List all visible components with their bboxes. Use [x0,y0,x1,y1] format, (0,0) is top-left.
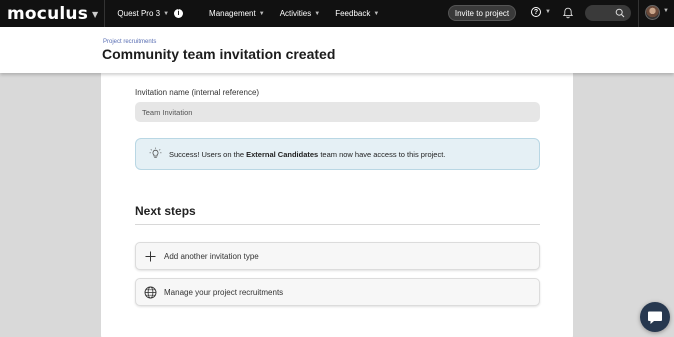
page-title: Community team invitation created [102,46,336,62]
step-label: Add another invitation type [164,252,259,261]
help-menu[interactable]: ? ▼ [531,7,551,17]
chevron-down-icon: ▼ [92,10,99,19]
add-invitation-type-button[interactable]: Add another invitation type [135,242,540,270]
success-message-suffix: team now have access to this project. [318,150,446,159]
team-name: External Candidates [246,150,319,159]
nav-item-feedback[interactable]: Feedback ▼ [335,9,379,18]
nav-item-activities[interactable]: Activities ▼ [280,9,321,18]
search-icon [615,8,625,18]
project-name: Quest Pro 3 [117,9,161,18]
top-navigation: moculus ▼ Quest Pro 3 ▼ i Management ▼ A… [0,0,674,27]
chevron-down-icon: ▼ [258,10,265,17]
chevron-down-icon: ▼ [373,10,380,17]
main-card: Invitation name (internal reference) Tea… [101,73,573,337]
next-steps-title: Next steps [135,204,196,218]
nav-item-management[interactable]: Management ▼ [209,9,265,18]
chevron-down-icon: ▼ [545,9,551,15]
chevron-down-icon[interactable]: ▼ [663,8,669,14]
project-selector[interactable]: Quest Pro 3 ▼ i [117,9,184,18]
success-message: Success! Users on the External Candidate… [169,150,445,159]
divider [638,0,639,27]
invite-to-project-button[interactable]: Invite to project [448,5,516,21]
app-logo[interactable]: moculus ▼ [7,4,98,24]
logo-text: moculus [7,3,89,24]
help-icon: ? [531,7,541,17]
chevron-down-icon: ▼ [163,10,170,17]
nav-item-label: Management [209,9,256,18]
plus-icon [145,251,156,262]
invitation-name-field[interactable]: Team Invitation [135,102,540,122]
search-input[interactable] [585,5,631,21]
info-icon[interactable]: i [174,9,184,18]
breadcrumb[interactable]: Project recruitments [103,39,156,45]
bell-icon[interactable] [562,7,574,19]
nav-item-label: Activities [279,9,312,18]
manage-recruitments-button[interactable]: Manage your project recruitments [135,278,540,306]
success-message-prefix: Success! Users on the [169,150,247,159]
globe-icon [144,286,157,299]
divider [135,224,540,225]
success-alert: Success! Users on the External Candidate… [135,138,540,170]
nav-item-label: Feedback [335,9,371,18]
chevron-down-icon: ▼ [314,10,321,17]
invitation-name-label: Invitation name (internal reference) [135,88,260,97]
avatar[interactable] [645,5,660,20]
lightbulb-icon [149,147,162,158]
chat-icon [648,311,662,324]
step-label: Manage your project recruitments [164,288,284,297]
divider [104,0,106,27]
chat-button[interactable] [640,302,670,332]
page-header: Project recruitments Community team invi… [0,27,674,73]
